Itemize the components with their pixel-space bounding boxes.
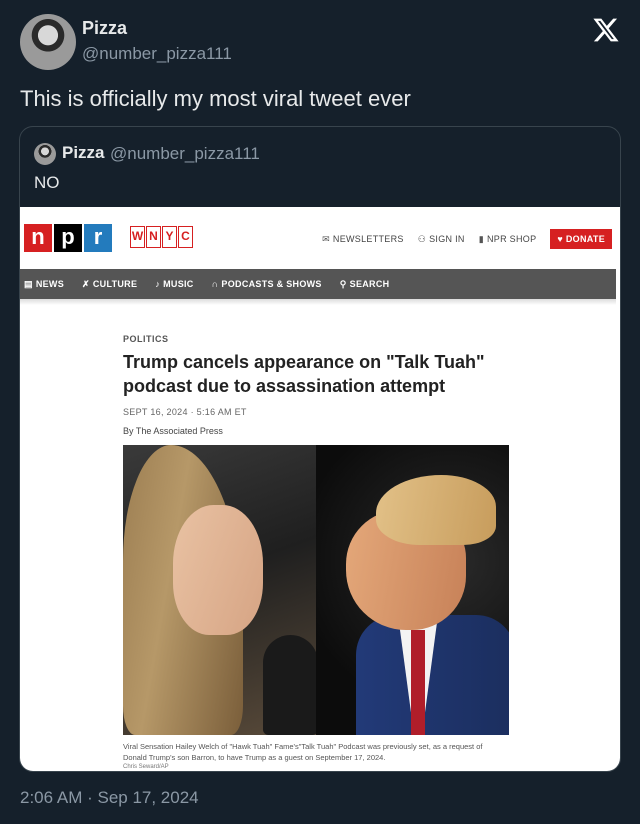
nav-shadow (20, 299, 616, 305)
nav-culture-label: CULTURE (92, 279, 138, 289)
newsletters-link: ✉ NEWSLETTERS (322, 234, 404, 245)
bag-icon: ▮ (478, 233, 484, 244)
avatar[interactable] (20, 14, 76, 70)
wnyc-logo-n: N (146, 226, 161, 248)
nav-news-label: NEWS (35, 279, 65, 289)
x-logo-icon (593, 18, 619, 42)
author-handle[interactable]: @number_pizza111 (82, 44, 232, 64)
article-headline: Trump cancels appearance on "Talk Tuah" … (123, 352, 485, 396)
heart-icon: ♥ (557, 234, 564, 244)
wnyc-logo-y: Y (162, 226, 177, 248)
nav-podcasts-label: PODCASTS & SHOWS (221, 279, 322, 289)
npr-logo-p: p (54, 224, 82, 252)
envelope-icon: ✉ (322, 233, 330, 244)
article-byline: By The Associated Press (123, 426, 223, 436)
npr-nav: ▤ NEWS ✗ CULTURE ♪ MUSIC ∩ PODCASTS & SHOWS … (20, 269, 616, 299)
author-name[interactable]: Pizza (82, 18, 127, 39)
photo-credit: Chris Seward/AP (123, 764, 169, 770)
photo-caption: Viral Sensation Hailey Welch of "Hawk Tu… (123, 742, 483, 762)
top-links: ✉ NEWSLETTERS ⚇ SIGN IN ▮ NPR SHOP ♥ DON… (322, 229, 612, 249)
npr-shop-link: ▮ NPR SHOP (479, 234, 537, 245)
tweet-timestamp[interactable]: 2:06 AM · Sep 17, 2024 (20, 788, 199, 808)
npr-logo: n p r (24, 224, 112, 252)
wnyc-logo: W N Y C (130, 226, 193, 248)
headphones-icon: ∩ (211, 279, 219, 289)
article-date: SEPT 16, 2024 · 5:16 AM ET (123, 407, 247, 417)
quoted-author-name: Pizza (62, 143, 105, 162)
article-section: POLITICS (123, 334, 169, 344)
quoted-author-handle: @number_pizza111 (110, 144, 260, 163)
donate-button: ♥ DONATE (550, 229, 612, 249)
news-icon: ▤ (24, 278, 33, 289)
photo-right-panel (316, 445, 509, 735)
tweet-header: Pizza @number_pizza111 (20, 14, 620, 72)
photo-face-left (173, 505, 263, 635)
search-icon: ⚲ (339, 278, 347, 289)
tweet-text: This is officially my most viral tweet e… (20, 86, 411, 111)
quoted-tweet-text: NO (34, 173, 60, 192)
donate-label: DONATE (565, 234, 605, 244)
sign-in-label: SIGN IN (429, 234, 465, 244)
newsletters-label: NEWSLETTERS (332, 234, 404, 244)
photo-left-panel (123, 445, 318, 735)
npr-logo-n: n (24, 224, 52, 252)
photo-tie (411, 630, 425, 735)
nav-search: ⚲ SEARCH (340, 279, 390, 290)
quoted-avatar (34, 143, 56, 165)
npr-logo-r: r (84, 224, 112, 252)
nav-culture: ✗ CULTURE (82, 279, 137, 290)
sign-in-link: ⚇ SIGN IN (418, 234, 465, 245)
photo-hair-right (376, 475, 496, 545)
microphone (263, 635, 318, 735)
article-screenshot: n p r W N Y C ✉ NEWSLETTERS ⚇ SIGN IN ▮ … (20, 207, 620, 771)
wnyc-logo-c: C (178, 226, 193, 248)
article-photo (123, 445, 509, 735)
nav-podcasts: ∩ PODCASTS & SHOWS (212, 279, 322, 289)
nav-music-label: MUSIC (163, 279, 194, 289)
user-icon: ⚇ (417, 233, 427, 244)
nav-music: ♪ MUSIC (155, 279, 193, 289)
culture-icon: ✗ (82, 278, 90, 289)
nav-news: ▤ NEWS (24, 279, 64, 290)
npr-shop-label: NPR SHOP (486, 234, 537, 244)
music-icon: ♪ (155, 279, 161, 289)
wnyc-logo-w: W (130, 226, 145, 248)
quoted-tweet[interactable]: Pizza @number_pizza111 NO n p r W N Y C … (19, 126, 621, 772)
nav-search-label: SEARCH (349, 279, 390, 289)
